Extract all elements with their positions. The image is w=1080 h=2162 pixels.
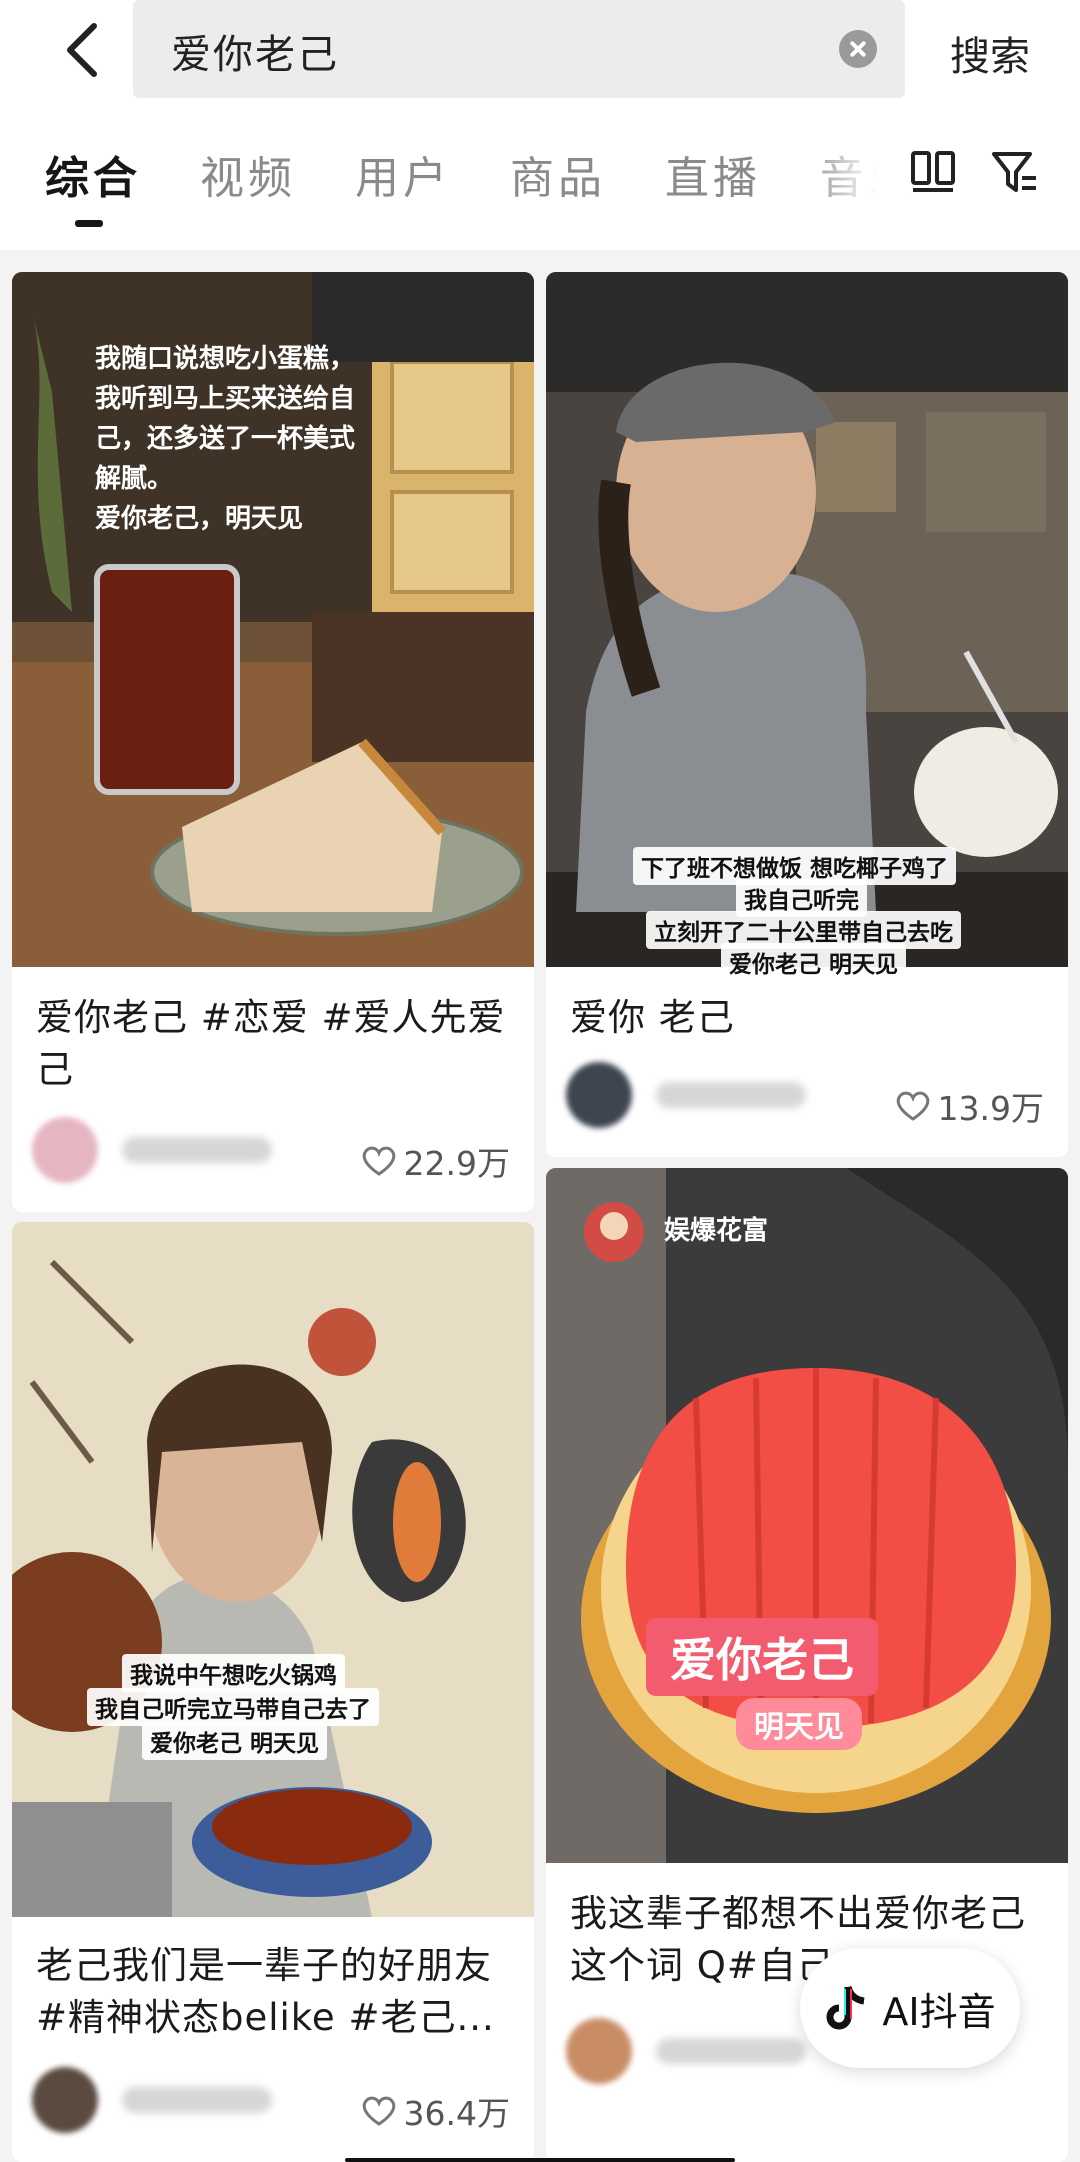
author-name-blurred — [122, 2087, 272, 2113]
author[interactable] — [32, 2067, 272, 2133]
author[interactable] — [566, 1062, 806, 1128]
tabs-fade — [800, 130, 910, 210]
caption-line: 我说中午想吃火锅鸡 — [122, 1654, 345, 1692]
caption-line: 解腻。 — [95, 464, 174, 494]
caption-line: 我随口说想吃小蛋糕， — [95, 344, 356, 374]
video-card[interactable]: 我随口说想吃小蛋糕， 我听到马上买来送给自 己，还多送了一杯美式 解腻。 爱你老… — [12, 272, 534, 1212]
caption-line: 爱你老己 明天见 — [142, 1722, 328, 1760]
heart-icon — [362, 2096, 395, 2126]
caption-line: 爱你老己 明天见 — [721, 943, 907, 981]
search-box[interactable]: 爱你老己 — [133, 0, 905, 98]
video-thumbnail — [546, 1168, 1068, 1863]
author-name-blurred — [122, 1137, 272, 1163]
like-count: 13.9万 — [937, 1089, 1044, 1128]
ai-douyin-button[interactable]: AI抖音 — [800, 1948, 1020, 2068]
search-input[interactable]: 爱你老己 — [171, 22, 339, 80]
author[interactable] — [32, 1117, 272, 1183]
top-bar: 爱你老己 搜索 — [0, 0, 1080, 100]
likes: 13.9万 — [896, 1082, 1044, 1130]
like-count: 22.9万 — [403, 1144, 510, 1183]
tab-products[interactable]: 商品 — [510, 142, 606, 206]
video-card[interactable]: 下了班不想做饭 想吃椰子鸡了 我自己听完 立刻开了二十公里带自己去吃 爱你老己 … — [546, 272, 1068, 1157]
filter-icon[interactable] — [990, 148, 1038, 196]
channel-name: 娱爆花富 — [664, 1216, 769, 1246]
video-title: 老己我们是一辈子的好朋友 #精神状态belike #老己... — [36, 1944, 495, 2039]
author-name-blurred — [656, 1082, 806, 1108]
avatar — [566, 1062, 632, 1128]
tab-live[interactable]: 直播 — [665, 142, 761, 206]
ai-douyin-label: AI抖音 — [882, 1989, 996, 2034]
caption-line: 爱你老己，明天见 — [95, 504, 304, 534]
category-tabs: 综合 视频 用户 商品 直播 音乐 — [0, 100, 1080, 250]
like-count: 36.4万 — [403, 2094, 510, 2133]
tab-video[interactable]: 视频 — [200, 142, 296, 206]
video-title: 爱你 老己 — [570, 996, 735, 1039]
tab-users[interactable]: 用户 — [355, 142, 451, 206]
clear-icon[interactable] — [839, 30, 877, 68]
heart-icon — [362, 1146, 395, 1176]
caption-line: 我听到马上买来送给自 — [95, 384, 356, 414]
author-name-blurred — [656, 2038, 806, 2064]
overlay-subtitle: 明天见 — [736, 1698, 862, 1750]
douyin-logo-icon — [826, 1985, 866, 2030]
video-card[interactable]: 我说中午想吃火锅鸡 我自己听完立马带自己去了 爱你老己 明天见 老己我们是一辈子… — [12, 1222, 534, 2162]
caption-line: 己，还多送了一杯美式 — [95, 424, 356, 454]
back-button[interactable] — [50, 14, 114, 86]
heart-icon — [896, 1091, 929, 1121]
layout-toggle-icon[interactable] — [910, 150, 956, 194]
avatar — [566, 2018, 632, 2084]
likes: 36.4万 — [362, 2087, 510, 2135]
avatar — [32, 1117, 98, 1183]
avatar — [32, 2067, 98, 2133]
overlay-title: 爱你老己 — [646, 1618, 878, 1696]
home-indicator — [345, 2158, 735, 2162]
caption-1: 我随口说想吃小蛋糕， 我听到马上买来送给自 己，还多送了一杯美式 解腻。 爱你老… — [87, 337, 433, 541]
search-button[interactable]: 搜索 — [950, 24, 1030, 82]
author[interactable] — [566, 2018, 806, 2084]
chevron-left-icon — [67, 23, 97, 77]
active-tab-indicator — [75, 220, 103, 227]
tab-comprehensive[interactable]: 综合 — [45, 142, 141, 206]
video-thumbnail — [12, 1222, 534, 1917]
likes: 22.9万 — [362, 1137, 510, 1185]
video-title: 爱你老己 #恋爱 #爱人先爱己 — [36, 996, 506, 1091]
caption-line: 我自己听完立马带自己去了 — [87, 1688, 379, 1726]
